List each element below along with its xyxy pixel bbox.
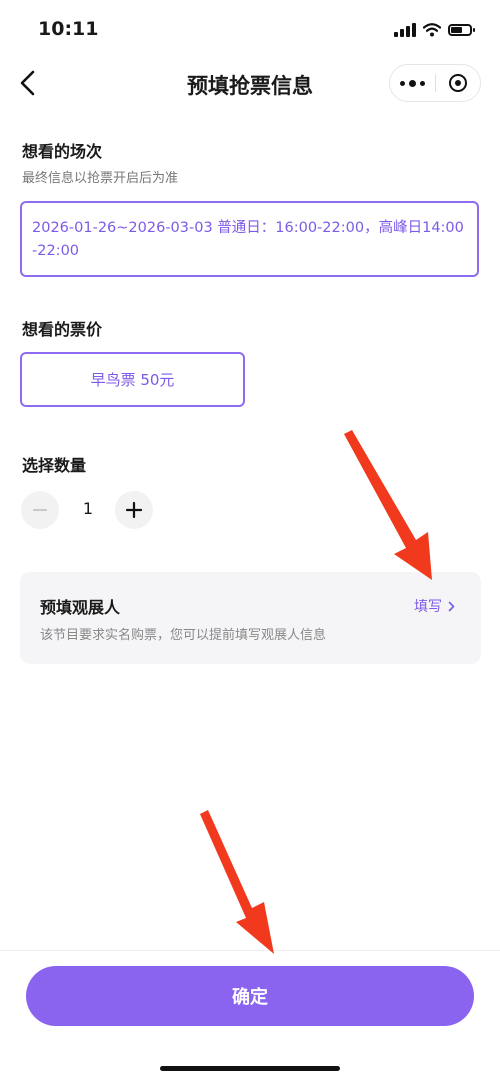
status-time: 10:11 [38, 18, 99, 40]
price-option-selected[interactable]: 早鸟票 50元 [20, 352, 245, 407]
footer-divider [0, 950, 500, 951]
quantity-decrease-button[interactable] [21, 491, 59, 529]
visitor-card-subtitle: 该节目要求实名购票，您可以提前填写观展人信息 [40, 628, 327, 643]
home-indicator [160, 1066, 340, 1071]
close-miniapp-icon[interactable] [436, 74, 480, 92]
annotation-arrow-icon [200, 810, 274, 954]
session-section-subtitle: 最终信息以抢票开启后为准 [22, 171, 179, 186]
fill-visitor-link-label: 填写 [414, 599, 442, 615]
session-option-selected[interactable]: 2026-01-26~2026-03-03 普通日：16:00-22:00，高峰… [20, 201, 479, 277]
plus-icon [125, 501, 143, 519]
fill-visitor-link[interactable]: 填写 [414, 596, 455, 616]
minus-icon [33, 509, 47, 511]
session-section-title: 想看的场次 [22, 142, 103, 161]
battery-icon [448, 24, 475, 36]
quantity-section-title: 选择数量 [22, 456, 87, 475]
quantity-value: 1 [82, 499, 94, 518]
prefill-visitor-card[interactable]: 预填观展人 该节目要求实名购票，您可以提前填写观展人信息 填写 [20, 572, 481, 664]
cellular-signal-icon [394, 23, 416, 37]
more-options-icon[interactable] [390, 79, 435, 87]
wifi-icon [423, 23, 441, 37]
status-icons [394, 20, 475, 40]
chevron-right-icon [448, 601, 455, 611]
confirm-button[interactable]: 确定 [26, 966, 474, 1026]
quantity-increase-button[interactable] [115, 491, 153, 529]
annotation-arrow-icon [344, 430, 432, 580]
visitor-card-title: 预填观展人 [40, 598, 121, 617]
price-section-title: 想看的票价 [22, 320, 103, 339]
miniapp-capsule [389, 64, 481, 102]
